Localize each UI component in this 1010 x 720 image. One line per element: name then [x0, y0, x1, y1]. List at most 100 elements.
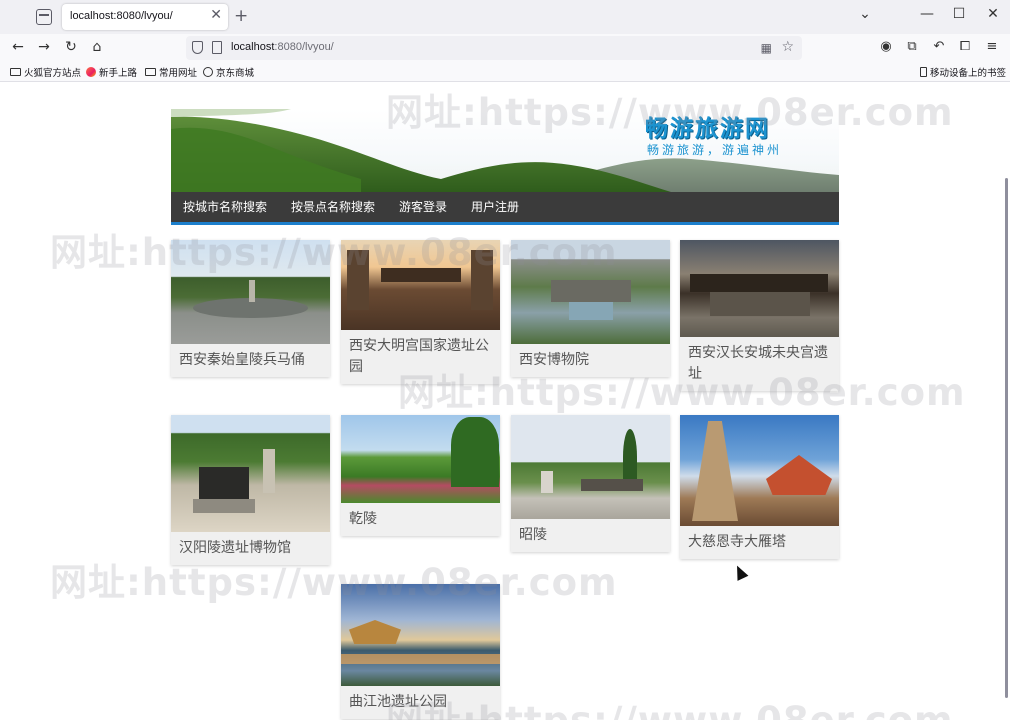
attraction-photo[interactable] — [341, 584, 500, 686]
bookmark-item[interactable]: 新手上路 — [86, 65, 137, 79]
close-window-button[interactable]: ✕ — [983, 6, 1003, 22]
back-icon[interactable]: ← — [9, 39, 27, 55]
site-logo-title: 畅游旅游网 — [645, 116, 770, 142]
undo-icon[interactable]: ↶ — [930, 39, 948, 54]
attraction-photo[interactable] — [511, 240, 670, 344]
minimize-button[interactable]: — — [917, 6, 937, 22]
browser-tab-bar: localhost:8080/lvyou/ ✕ + ⌄ — ☐ ✕ — [0, 0, 1010, 34]
url-path: :8080/lvyou/ — [274, 41, 334, 53]
site-menu: 按城市名称搜索 按景点名称搜索 游客登录 用户注册 — [171, 192, 839, 225]
attraction-card[interactable]: 乾陵 — [341, 415, 500, 536]
site-banner: 畅游旅游网 畅游旅游，游遍神州 — [171, 109, 839, 192]
account-icon[interactable]: ◉ — [877, 39, 895, 54]
mobile-bookmarks[interactable]: 移动设备上的书签 — [920, 65, 1006, 79]
site-container: 畅游旅游网 畅游旅游，游遍神州 按城市名称搜索 按景点名称搜索 游客登录 用户注… — [171, 109, 839, 719]
attraction-name[interactable]: 大慈恩寺大雁塔 — [680, 526, 839, 559]
menu-search-by-attraction[interactable]: 按景点名称搜索 — [279, 192, 387, 222]
attraction-card[interactable]: 西安博物院 — [511, 240, 670, 377]
forward-icon[interactable]: → — [35, 39, 53, 55]
browser-tab[interactable]: localhost:8080/lvyou/ ✕ — [62, 4, 228, 30]
bookmark-item[interactable]: 常用网址 — [145, 65, 197, 79]
page-viewport: 畅游旅游网 畅游旅游，游遍神州 按城市名称搜索 按景点名称搜索 游客登录 用户注… — [0, 82, 1010, 720]
attraction-name[interactable]: 西安博物院 — [511, 344, 670, 377]
photo-detail — [710, 292, 810, 316]
page-info-icon[interactable] — [212, 41, 222, 54]
browser-toolbar: ← → ↻ ⌂ localhost:8080/lvyou/ ▦ ☆ ◉ ⧉ ↶ … — [0, 34, 1010, 62]
tab-overview-icon[interactable] — [36, 9, 52, 25]
folder-icon — [10, 68, 21, 76]
photo-detail — [690, 274, 828, 292]
photo-detail — [551, 280, 631, 302]
attraction-card[interactable]: 大慈恩寺大雁塔 — [680, 415, 839, 559]
attraction-card[interactable]: 西安大明宫国家遗址公园 — [341, 240, 500, 384]
shield-icon[interactable] — [192, 41, 203, 54]
attraction-name[interactable]: 汉阳陵遗址博物馆 — [171, 532, 330, 565]
photo-detail — [692, 421, 738, 521]
attraction-card[interactable]: 昭陵 — [511, 415, 670, 552]
attraction-name[interactable]: 西安汉长安城未央宫遗址 — [680, 337, 839, 391]
photo-detail — [471, 250, 493, 310]
photo-detail — [581, 479, 643, 491]
bookmark-label: 常用网址 — [159, 68, 198, 79]
tab-close-icon[interactable]: ✕ — [210, 7, 222, 23]
attraction-card[interactable]: 汉阳陵遗址博物馆 — [171, 415, 330, 565]
photo-detail — [341, 654, 500, 664]
globe-icon — [203, 67, 213, 77]
bookmark-item[interactable]: 京东商城 — [203, 65, 254, 79]
attraction-name[interactable]: 昭陵 — [511, 519, 670, 552]
list-all-tabs-icon[interactable]: ⌄ — [855, 6, 875, 22]
crop-screenshot-icon[interactable]: ⧉ — [903, 39, 921, 54]
photo-detail — [623, 429, 637, 485]
bookmarks-bar: 火狐官方站点 新手上路 常用网址 京东商城 移动设备上的书签 — [0, 62, 1010, 82]
attraction-name[interactable]: 西安大明宫国家遗址公园 — [341, 330, 500, 384]
attraction-photo[interactable] — [341, 240, 500, 330]
url-text[interactable]: localhost:8080/lvyou/ — [231, 41, 334, 53]
attraction-card[interactable]: 西安秦始皇陵兵马俑 — [171, 240, 330, 377]
photo-detail — [451, 417, 499, 487]
bookmark-label: 京东商城 — [216, 68, 255, 79]
photo-detail — [347, 250, 369, 310]
new-tab-button[interactable]: + — [234, 6, 248, 26]
attraction-name[interactable]: 曲江池遗址公园 — [341, 686, 500, 719]
photo-detail — [249, 280, 255, 302]
photo-detail — [349, 620, 401, 644]
photo-detail — [263, 449, 275, 493]
bookmark-item[interactable]: 火狐官方站点 — [10, 65, 81, 79]
bookmark-label: 移动设备上的书签 — [930, 68, 1007, 79]
bookmark-label: 新手上路 — [99, 68, 138, 79]
watermark-text: 网址:https://www.08er.com — [50, 561, 618, 604]
attraction-card[interactable]: 曲江池遗址公园 — [341, 584, 500, 719]
extensions-icon[interactable]: ⧠ — [956, 39, 974, 54]
firefox-icon — [86, 67, 96, 77]
menu-icon[interactable]: ≡ — [983, 39, 1001, 54]
page-scrollbar[interactable] — [1005, 178, 1008, 698]
attraction-name[interactable]: 西安秦始皇陵兵马俑 — [171, 344, 330, 377]
bookmark-label: 火狐官方站点 — [24, 68, 82, 79]
folder-icon — [145, 68, 156, 76]
site-logo-subtitle: 畅游旅游，游遍神州 — [647, 143, 783, 157]
attraction-photo[interactable] — [171, 415, 330, 532]
address-bar[interactable]: localhost:8080/lvyou/ ▦ ☆ — [186, 36, 802, 60]
qr-code-icon[interactable]: ▦ — [761, 41, 772, 55]
reload-icon[interactable]: ↻ — [62, 39, 80, 55]
attraction-photo[interactable] — [511, 415, 670, 519]
maximize-button[interactable]: ☐ — [949, 6, 969, 22]
photo-detail — [541, 471, 553, 493]
photo-detail — [766, 455, 832, 495]
tab-title: localhost:8080/lvyou/ — [70, 10, 173, 22]
menu-search-by-city[interactable]: 按城市名称搜索 — [171, 192, 279, 222]
attraction-photo[interactable] — [341, 415, 500, 503]
attraction-photo[interactable] — [680, 415, 839, 526]
home-icon[interactable]: ⌂ — [88, 39, 106, 55]
attraction-photo[interactable] — [680, 240, 839, 337]
photo-detail — [193, 499, 255, 513]
attraction-photo[interactable] — [171, 240, 330, 344]
bookmark-star-icon[interactable]: ☆ — [781, 39, 794, 55]
attraction-card[interactable]: 西安汉长安城未央宫遗址 — [680, 240, 839, 391]
menu-user-register[interactable]: 用户注册 — [459, 192, 531, 222]
photo-detail — [569, 302, 613, 320]
menu-visitor-login[interactable]: 游客登录 — [387, 192, 459, 222]
attraction-name[interactable]: 乾陵 — [341, 503, 500, 536]
mobile-icon — [920, 67, 927, 77]
photo-detail — [381, 268, 461, 282]
